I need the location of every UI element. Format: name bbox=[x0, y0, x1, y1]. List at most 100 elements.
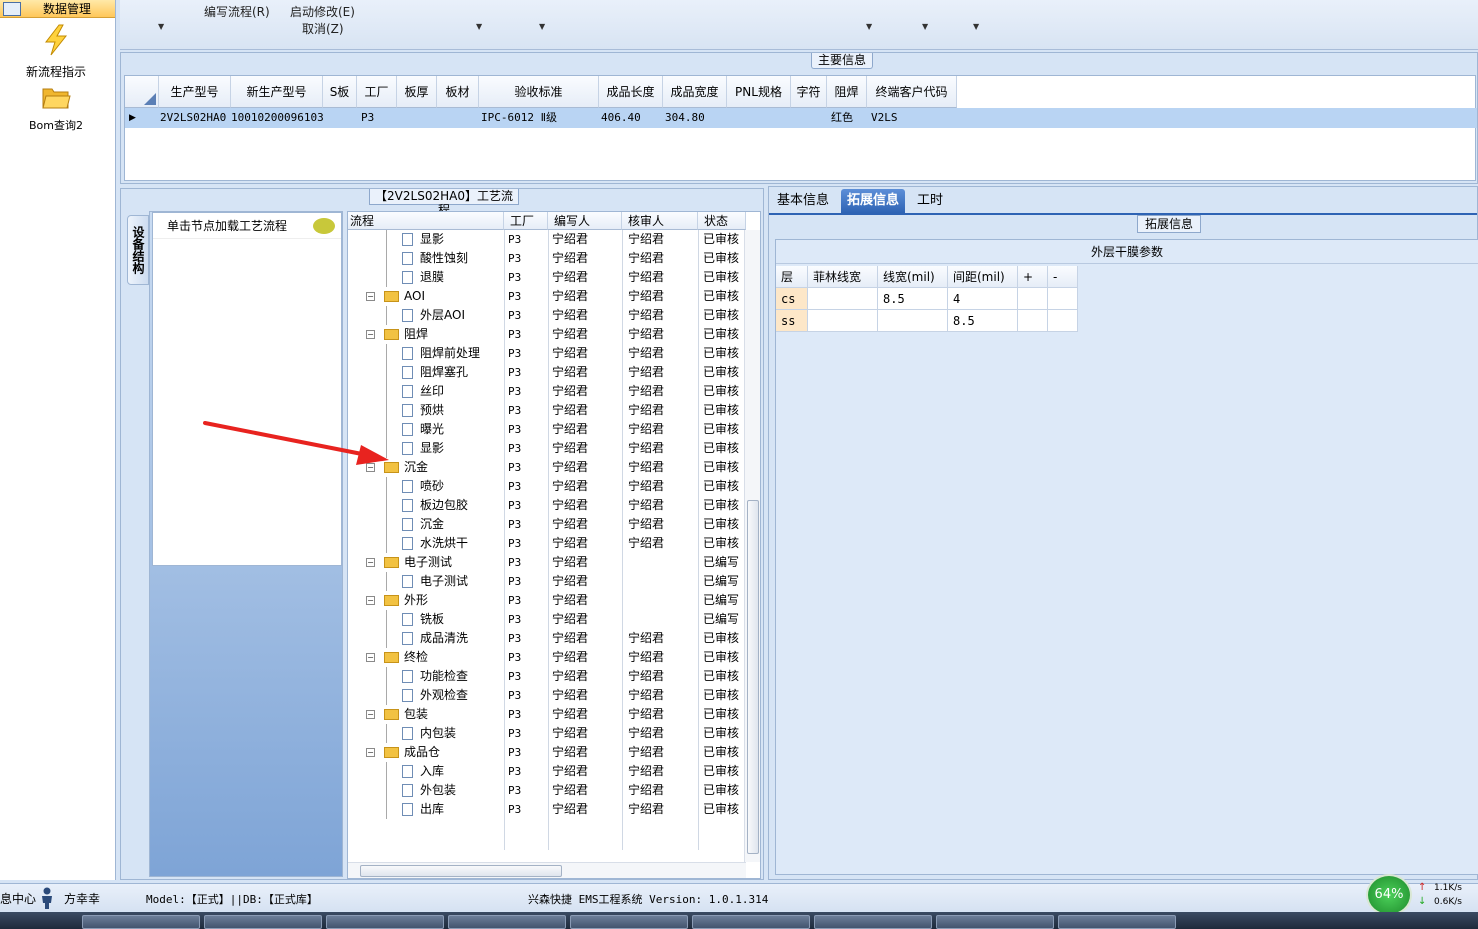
nav-item-new-flow[interactable]: 新流程指示 bbox=[0, 24, 112, 80]
collapse-toggle-icon[interactable]: − bbox=[366, 292, 375, 301]
column-header[interactable]: 核审人 bbox=[622, 212, 698, 230]
tree-row[interactable]: 水洗烘干 P3 宁绍君 宁绍君 已审核 bbox=[348, 534, 744, 553]
param-cell[interactable]: ss bbox=[776, 310, 808, 332]
horizontal-scrollbar[interactable] bbox=[348, 862, 746, 878]
column-header[interactable]: 终端客户代码 bbox=[867, 76, 957, 108]
tree-row[interactable]: − 阻焊 P3 宁绍君 宁绍君 已审核 bbox=[348, 325, 744, 344]
param-cell[interactable] bbox=[1048, 310, 1078, 332]
tree-row[interactable]: 出库 P3 宁绍君 宁绍君 已审核 bbox=[348, 800, 744, 819]
tree-row[interactable]: 丝印 P3 宁绍君 宁绍君 已审核 bbox=[348, 382, 744, 401]
vertical-scrollbar[interactable] bbox=[744, 230, 760, 862]
param-cell[interactable] bbox=[808, 310, 878, 332]
tree-row[interactable]: − AOI P3 宁绍君 宁绍君 已审核 bbox=[348, 287, 744, 306]
chevron-down-icon[interactable]: ▼ bbox=[922, 22, 928, 31]
scroll-thumb[interactable] bbox=[747, 500, 759, 854]
message-center-fragment[interactable]: 息中心 bbox=[0, 890, 36, 907]
nav-item-bom-query[interactable]: Bom查询2 bbox=[0, 84, 112, 133]
param-column-header[interactable]: 菲林线宽 bbox=[808, 266, 878, 288]
table-cell[interactable]: P3 bbox=[361, 108, 374, 128]
tab-work-hours[interactable]: 工时 bbox=[911, 189, 949, 213]
table-cell[interactable]: 10010200096103 bbox=[231, 108, 324, 128]
param-cell[interactable] bbox=[1018, 310, 1048, 332]
tree-row[interactable]: 成品清洗 P3 宁绍君 宁绍君 已审核 bbox=[348, 629, 744, 648]
column-header[interactable]: 工厂 bbox=[357, 76, 397, 108]
taskbar-button[interactable] bbox=[326, 915, 444, 929]
param-cell[interactable]: 8.5 bbox=[878, 288, 948, 310]
load-flow-button[interactable]: 单击节点加载工艺流程 bbox=[153, 213, 341, 239]
tree-row[interactable]: 板边包胶 P3 宁绍君 宁绍君 已审核 bbox=[348, 496, 744, 515]
param-cell[interactable]: cs bbox=[776, 288, 808, 310]
column-header[interactable]: PNL规格 bbox=[727, 76, 791, 108]
table-row-selected[interactable] bbox=[125, 108, 1477, 128]
taskbar-button[interactable] bbox=[814, 915, 932, 929]
edit-flow-button[interactable]: 编写流程(R) bbox=[204, 3, 270, 20]
column-header[interactable]: 字符 bbox=[791, 76, 827, 108]
column-header[interactable]: 阻焊 bbox=[827, 76, 867, 108]
param-cell[interactable] bbox=[808, 288, 878, 310]
tab-basic-info[interactable]: 基本信息 bbox=[771, 189, 835, 213]
tree-row[interactable]: − 电子测试 P3 宁绍君 已编写 bbox=[348, 553, 744, 572]
tree-row[interactable]: − 包装 P3 宁绍君 宁绍君 已审核 bbox=[348, 705, 744, 724]
tree-row[interactable]: 沉金 P3 宁绍君 宁绍君 已审核 bbox=[348, 515, 744, 534]
tree-row[interactable]: − 成品仓 P3 宁绍君 宁绍君 已审核 bbox=[348, 743, 744, 762]
tree-row[interactable]: 电子测试 P3 宁绍君 已编写 bbox=[348, 572, 744, 591]
tree-row[interactable]: 喷砂 P3 宁绍君 宁绍君 已审核 bbox=[348, 477, 744, 496]
column-header[interactable]: 状态 bbox=[698, 212, 746, 230]
collapse-toggle-icon[interactable]: − bbox=[366, 558, 375, 567]
column-header[interactable]: 成品宽度 bbox=[663, 76, 727, 108]
column-header[interactable]: 板厚 bbox=[397, 76, 437, 108]
chevron-down-icon[interactable]: ▼ bbox=[476, 22, 482, 31]
taskbar-button[interactable] bbox=[570, 915, 688, 929]
nav-header[interactable]: 数据管理 bbox=[0, 0, 115, 18]
tree-row[interactable]: 外层AOI P3 宁绍君 宁绍君 已审核 bbox=[348, 306, 744, 325]
tree-row[interactable]: 阻焊塞孔 P3 宁绍君 宁绍君 已审核 bbox=[348, 363, 744, 382]
tree-row[interactable]: 阻焊前处理 P3 宁绍君 宁绍君 已审核 bbox=[348, 344, 744, 363]
network-gauge[interactable]: 64% bbox=[1366, 874, 1412, 916]
taskbar-button[interactable] bbox=[1058, 915, 1176, 929]
tree-row[interactable]: 预烘 P3 宁绍君 宁绍君 已审核 bbox=[348, 401, 744, 420]
param-column-header[interactable]: 层 bbox=[776, 266, 808, 288]
param-cell[interactable]: 4 bbox=[948, 288, 1018, 310]
taskbar-button[interactable] bbox=[82, 915, 200, 929]
grid-corner[interactable] bbox=[125, 76, 159, 108]
collapse-toggle-icon[interactable]: − bbox=[366, 330, 375, 339]
tree-row[interactable]: 退膜 P3 宁绍君 宁绍君 已审核 bbox=[348, 268, 744, 287]
start-modify-button[interactable]: 启动修改(E) bbox=[290, 3, 355, 20]
column-header[interactable]: 板材 bbox=[437, 76, 479, 108]
column-header[interactable]: 成品长度 bbox=[599, 76, 663, 108]
table-cell[interactable]: V2LS bbox=[871, 108, 898, 128]
table-cell[interactable]: 406.40 bbox=[601, 108, 641, 128]
column-header[interactable]: 工厂 bbox=[504, 212, 548, 230]
taskbar-button[interactable] bbox=[936, 915, 1054, 929]
collapse-toggle-icon[interactable]: − bbox=[366, 653, 375, 662]
chevron-down-icon[interactable]: ▼ bbox=[973, 22, 979, 31]
column-header[interactable]: 编写人 bbox=[548, 212, 622, 230]
tree-row[interactable]: 铣板 P3 宁绍君 已编写 bbox=[348, 610, 744, 629]
table-cell[interactable]: IPC-6012 Ⅱ级 bbox=[481, 108, 557, 128]
taskbar-button[interactable] bbox=[204, 915, 322, 929]
param-cell[interactable] bbox=[1048, 288, 1078, 310]
tree-row[interactable]: − 终检 P3 宁绍君 宁绍君 已审核 bbox=[348, 648, 744, 667]
param-cell[interactable] bbox=[878, 310, 948, 332]
tree-row[interactable]: 入库 P3 宁绍君 宁绍君 已审核 bbox=[348, 762, 744, 781]
taskbar-button[interactable] bbox=[692, 915, 810, 929]
tree-row[interactable]: 功能检查 P3 宁绍君 宁绍君 已审核 bbox=[348, 667, 744, 686]
cancel-button[interactable]: 取消(Z) bbox=[302, 20, 344, 37]
tree-row[interactable]: 内包装 P3 宁绍君 宁绍君 已审核 bbox=[348, 724, 744, 743]
chevron-down-icon[interactable]: ▼ bbox=[539, 22, 545, 31]
table-cell[interactable]: 红色 bbox=[831, 108, 853, 128]
param-column-header[interactable]: 线宽(mil) bbox=[878, 266, 948, 288]
column-header[interactable]: 生产型号 bbox=[159, 76, 231, 108]
tree-row[interactable]: 显影 P3 宁绍君 宁绍君 已审核 bbox=[348, 439, 744, 458]
tab-equipment-structure[interactable]: 设备结构 bbox=[127, 215, 149, 285]
column-header[interactable]: 新生产型号 bbox=[231, 76, 323, 108]
column-header[interactable]: 流程 bbox=[348, 212, 504, 230]
tree-row[interactable]: 显影 P3 宁绍君 宁绍君 已审核 bbox=[348, 230, 744, 249]
collapse-toggle-icon[interactable]: − bbox=[366, 748, 375, 757]
param-column-header[interactable]: - bbox=[1048, 266, 1078, 288]
scroll-thumb[interactable] bbox=[360, 865, 562, 877]
column-header[interactable]: 验收标准 bbox=[479, 76, 599, 108]
collapse-toggle-icon[interactable]: − bbox=[366, 710, 375, 719]
taskbar-button[interactable] bbox=[448, 915, 566, 929]
tree-row[interactable]: 外观检查 P3 宁绍君 宁绍君 已审核 bbox=[348, 686, 744, 705]
